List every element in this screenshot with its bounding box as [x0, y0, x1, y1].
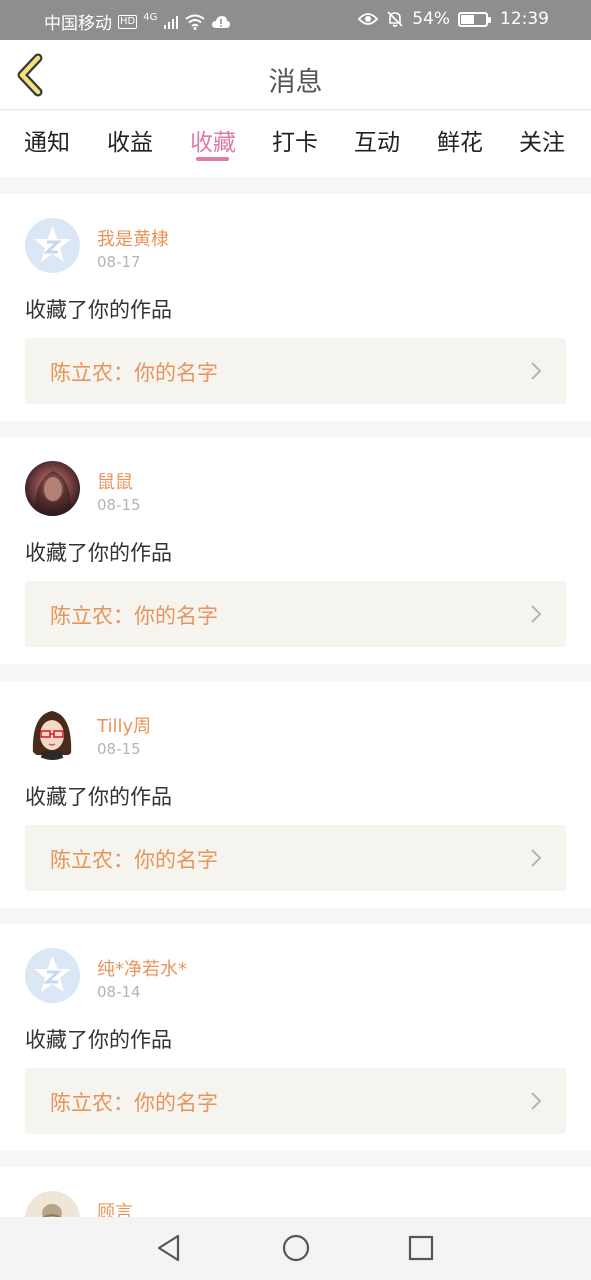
message-date: 08-14: [97, 983, 141, 1001]
tab-bar: 通知 收益 收藏 打卡 互动 鲜花 关注: [0, 111, 591, 177]
battery-icon: [458, 11, 491, 27]
status-bar: 中国移动 HD 4G 54% 12:39: [0, 0, 591, 40]
tab-interaction[interactable]: 互动: [354, 123, 400, 157]
work-link[interactable]: 陈立农：你的名字: [25, 581, 566, 647]
eye-icon: [358, 13, 379, 25]
star-z-icon: [34, 956, 71, 992]
message-card: 鼠鼠 08-15 收藏了你的作品 陈立农：你的名字: [0, 437, 591, 664]
username[interactable]: 纯*净若水*: [97, 955, 187, 981]
screen: 中国移动 HD 4G 54% 12:39 消息 通知 收益 收藏 打卡 互动 鲜…: [0, 0, 591, 1280]
page-title: 消息: [268, 67, 323, 98]
action-text: 收藏了你的作品: [25, 298, 172, 322]
default-avatar-icon[interactable]: [25, 948, 80, 1003]
clock: 12:39: [500, 9, 549, 29]
message-card: Tilly周 08-15 收藏了你的作品 陈立农：你的名字: [0, 681, 591, 908]
work-title: 陈立农：你的名字: [50, 361, 218, 385]
work-title: 陈立农：你的名字: [50, 1091, 218, 1115]
message-date: 08-15: [97, 740, 141, 758]
work-link[interactable]: 陈立农：你的名字: [25, 825, 566, 891]
battery-fill: [461, 14, 474, 24]
triangle-back-icon[interactable]: [155, 1233, 183, 1263]
message-date: 08-15: [97, 496, 141, 514]
username[interactable]: 顾言: [97, 1198, 133, 1217]
message-date: 08-17: [97, 253, 141, 271]
chevron-right-icon: [531, 362, 542, 380]
work-link[interactable]: 陈立农：你的名字: [25, 1068, 566, 1134]
cartoon-girl-image: [32, 711, 72, 760]
portrait-image: [34, 471, 72, 516]
message-card: 顾言: [0, 1167, 591, 1217]
chevron-right-icon: [531, 605, 542, 623]
message-card: 我是黄棣 08-17 收藏了你的作品 陈立农：你的名字: [0, 194, 591, 421]
signal-icon: [164, 15, 179, 29]
cartoon-girl-avatar[interactable]: [25, 705, 80, 760]
username[interactable]: 鼠鼠: [97, 468, 133, 494]
photo-avatar[interactable]: [25, 1191, 80, 1217]
username[interactable]: 我是黄棣: [97, 225, 169, 251]
bell-muted-icon: [387, 11, 403, 27]
default-avatar-icon[interactable]: [25, 218, 80, 273]
square-recents-icon[interactable]: [407, 1233, 435, 1263]
star-z-icon: [34, 226, 71, 262]
tab-follow[interactable]: 关注: [519, 123, 565, 157]
wifi-icon: [185, 14, 205, 30]
hd-badge: HD: [118, 14, 138, 29]
portrait-image: [42, 1204, 62, 1217]
circle-home-icon[interactable]: [281, 1233, 311, 1263]
status-right: 54% 12:39: [358, 9, 549, 29]
message-card: 纯*净若水* 08-14 收藏了你的作品 陈立农：你的名字: [0, 924, 591, 1151]
nav-bar: 消息: [0, 40, 591, 110]
tab-notifications[interactable]: 通知: [24, 123, 70, 157]
network-type: 4G: [143, 12, 158, 23]
action-text: 收藏了你的作品: [25, 541, 172, 565]
status-left: 中国移动 HD 4G: [44, 9, 231, 34]
carrier-name: 中国移动: [44, 14, 112, 34]
username[interactable]: Tilly周: [97, 712, 151, 738]
work-title: 陈立农：你的名字: [50, 604, 218, 628]
tab-flowers[interactable]: 鲜花: [437, 123, 483, 157]
action-text: 收藏了你的作品: [25, 785, 172, 809]
work-title: 陈立农：你的名字: [50, 848, 218, 872]
cloud-alert-icon: [212, 15, 231, 28]
action-text: 收藏了你的作品: [25, 1028, 172, 1052]
chevron-right-icon: [531, 1092, 542, 1110]
system-nav-bar: [0, 1217, 591, 1280]
photo-avatar[interactable]: [25, 461, 80, 516]
tab-favorites[interactable]: 收藏: [190, 123, 236, 157]
tab-earnings[interactable]: 收益: [107, 123, 153, 157]
battery-percent: 54%: [412, 9, 450, 29]
work-link[interactable]: 陈立农：你的名字: [25, 338, 566, 404]
active-tab-indicator: [196, 157, 229, 161]
chevron-right-icon: [531, 849, 542, 867]
tab-checkin[interactable]: 打卡: [272, 123, 318, 157]
